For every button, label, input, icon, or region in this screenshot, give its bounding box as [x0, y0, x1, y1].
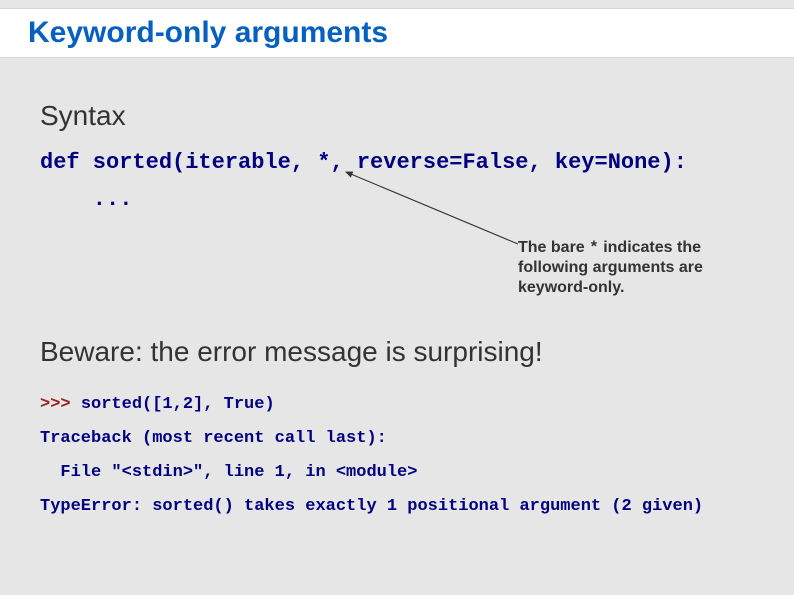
code-line-2: ...	[40, 187, 132, 212]
repl-transcript: >>> sorted([1,2], True) Traceback (most …	[40, 388, 703, 524]
repl-out-3: TypeError: sorted() takes exactly 1 posi…	[40, 497, 703, 516]
repl-out-1: Traceback (most recent call last):	[40, 429, 387, 448]
slide-title: Keyword-only arguments	[28, 16, 388, 50]
repl-out-2: File "<stdin>", line 1, in <module>	[40, 463, 417, 482]
star-icon: *	[589, 239, 599, 257]
annotation-pre: The bare	[518, 239, 589, 256]
syntax-heading: Syntax	[40, 100, 126, 132]
annotation-text: The bare * indicates the following argum…	[518, 238, 763, 298]
code-line-1: def sorted(iterable, *, reverse=False, k…	[40, 150, 687, 175]
syntax-code-block: def sorted(iterable, *, reverse=False, k…	[40, 144, 687, 219]
title-bar: Keyword-only arguments	[0, 8, 794, 58]
beware-heading: Beware: the error message is surprising!	[40, 336, 543, 368]
repl-prompt: >>>	[40, 395, 81, 414]
repl-input: sorted([1,2], True)	[81, 395, 275, 414]
